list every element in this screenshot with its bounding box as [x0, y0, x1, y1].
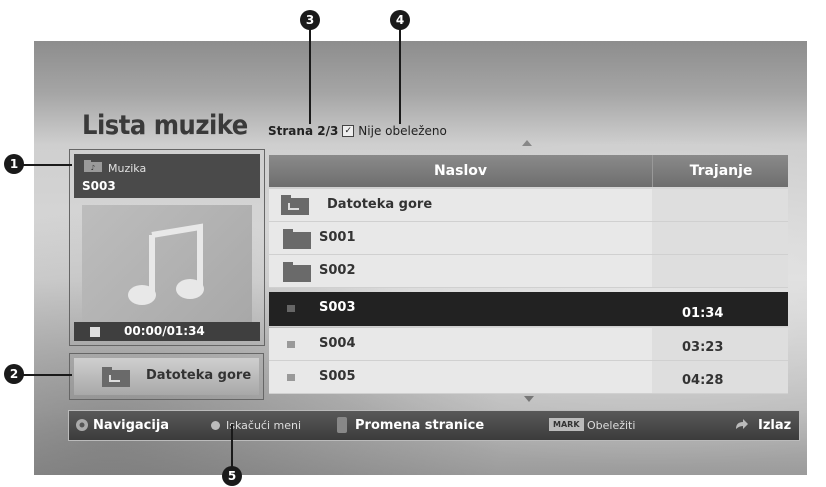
callout-4: 4: [390, 10, 410, 30]
folder-icon: [283, 229, 311, 249]
list-item[interactable]: S002: [269, 255, 788, 288]
file-info-header: ♪ Muzika S003: [74, 154, 260, 198]
file-name: S003: [82, 179, 116, 193]
page-up-down-icon: [337, 417, 347, 433]
list-item-name: S004: [319, 336, 356, 351]
checkbox-icon: ✓: [342, 125, 355, 137]
mark-status: Nije obeleženo: [358, 124, 447, 138]
page-indicator: Strana 2/3: [268, 124, 339, 138]
page-info: Strana 2/3 ✓ Nije obeleženo: [268, 124, 447, 138]
help-popup-menu: Iskačući meni: [226, 419, 302, 432]
help-navigation: Navigacija: [93, 418, 170, 433]
page-title: Lista muzike: [82, 110, 248, 141]
list-item-duration: 04:28: [682, 373, 724, 388]
callout-3: 3: [300, 10, 320, 30]
callout-5: 5: [222, 466, 242, 486]
scroll-down-arrow-icon[interactable]: [524, 396, 534, 402]
playback-status: 00:00/01:34: [74, 322, 260, 341]
list-item-name: S002: [319, 263, 356, 278]
callout-line: [20, 164, 72, 166]
scroll-up-arrow-icon[interactable]: [522, 140, 532, 146]
help-mark: Obeležiti: [587, 419, 636, 432]
up-folder-label: Datoteka gore: [146, 368, 252, 383]
list-item[interactable]: S001: [269, 222, 788, 255]
callout-line: [399, 28, 401, 124]
navigation-arrows-icon: [76, 419, 88, 431]
list-item[interactable]: S005 04:28: [269, 361, 788, 394]
duration-cell: [652, 255, 788, 287]
column-duration[interactable]: Trajanje: [652, 155, 789, 187]
file-info-panel: ♪ Muzika S003 00:00/01:34: [69, 149, 265, 346]
mark-key-icon: MARK: [549, 418, 584, 431]
music-note-icon: [128, 223, 204, 305]
list-item-name: S003: [319, 300, 356, 315]
list-item-name: Datoteka gore: [327, 197, 433, 212]
list-item[interactable]: Datoteka gore: [269, 189, 788, 222]
callout-line: [231, 424, 233, 469]
list-item-name: S001: [319, 230, 356, 245]
music-file-icon: [287, 341, 295, 348]
folder-icon: [283, 262, 311, 282]
duration-cell: [652, 222, 788, 254]
playback-time: 00:00/01:34: [124, 324, 205, 338]
callout-2: 2: [4, 364, 24, 384]
duration-cell: [652, 189, 788, 221]
ok-button-icon: [211, 421, 220, 430]
page-top-margin: [0, 0, 826, 40]
music-file-icon: [287, 374, 295, 381]
help-page-change: Promena stranice: [355, 418, 485, 433]
callout-line: [20, 374, 72, 376]
help-exit: Izlaz: [758, 418, 792, 433]
folder-up-icon: [281, 195, 309, 215]
music-folder-icon: ♪: [84, 160, 102, 172]
list-item-duration: 01:34: [682, 306, 724, 321]
music-file-icon: [287, 305, 295, 312]
column-title[interactable]: Naslov: [269, 155, 652, 187]
list-item-duration: 03:23: [682, 340, 724, 355]
callout-line: [309, 28, 311, 124]
list-item-name: S005: [319, 369, 356, 384]
list-item[interactable]: S004 03:23: [269, 328, 788, 361]
music-list: Naslov Trajanje Datoteka gore S001 S002: [269, 155, 788, 394]
stop-icon: [90, 327, 100, 337]
callout-1: 1: [4, 154, 24, 174]
list-header: Naslov Trajanje: [269, 155, 788, 187]
bottom-help-bar: Navigacija Iskačući meni Promena stranic…: [68, 410, 800, 441]
folder-up-icon: [102, 367, 130, 387]
up-folder-button-face[interactable]: Datoteka gore: [74, 358, 259, 395]
list-item-selected[interactable]: S003 01:34: [269, 292, 788, 327]
svg-text:♪: ♪: [91, 164, 95, 172]
album-art: [82, 205, 252, 323]
exit-icon: [736, 419, 748, 429]
file-category: Muzika: [108, 162, 147, 175]
up-folder-button[interactable]: Datoteka gore: [69, 353, 264, 400]
